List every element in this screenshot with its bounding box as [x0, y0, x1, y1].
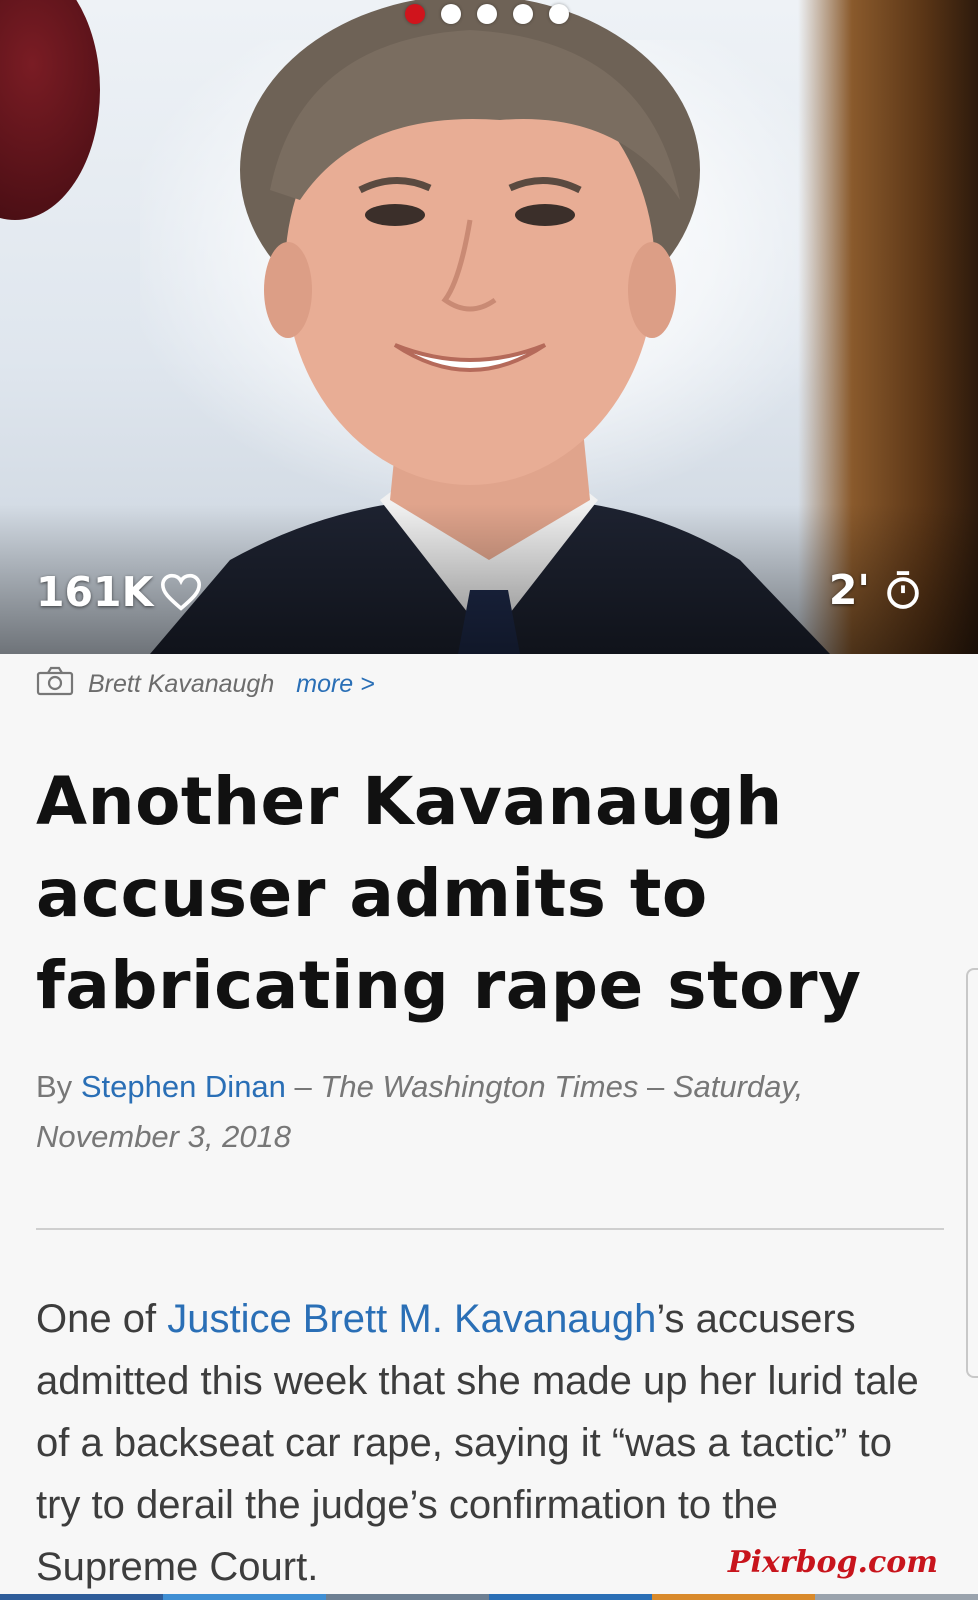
bottom-color-strip — [0, 1594, 978, 1600]
carousel-dot[interactable] — [549, 4, 569, 24]
body-intro: One of — [36, 1297, 157, 1341]
justice-kavanaugh-link[interactable]: Justice Brett M. Kavanaugh — [167, 1297, 656, 1341]
byline-separator: – — [294, 1069, 312, 1104]
read-time-value: 2' — [828, 566, 870, 614]
carousel-dot[interactable] — [513, 4, 533, 24]
article-page: 161K 2' Brett Kavanaugh more > Another K… — [0, 0, 978, 1600]
publication-name: The Washington Times — [320, 1069, 639, 1104]
strip-segment — [815, 1594, 978, 1600]
carousel-dots — [405, 4, 569, 24]
carousel-dot-active[interactable] — [405, 4, 425, 24]
read-time: 2' — [829, 566, 922, 614]
strip-segment — [652, 1594, 815, 1600]
scroll-handle[interactable] — [966, 968, 978, 1378]
article-headline: Another Kavanaugh accuser admits to fabr… — [36, 763, 862, 1024]
heart-outline-icon — [159, 572, 203, 612]
photo-caption: Brett Kavanaugh more > — [36, 666, 375, 703]
stopwatch-icon — [884, 570, 922, 610]
carousel-dot[interactable] — [477, 4, 497, 24]
caption-more-link[interactable]: more > — [296, 670, 375, 699]
watermark: Pixrbog.com — [727, 1545, 938, 1580]
like-button[interactable]: 161K — [36, 568, 203, 616]
divider — [36, 1228, 944, 1230]
strip-segment — [0, 1594, 163, 1600]
likes-count: 161K — [36, 568, 154, 616]
caption-text: Brett Kavanaugh — [88, 670, 275, 698]
author-link[interactable]: Stephen Dinan — [81, 1069, 286, 1104]
strip-segment — [163, 1594, 326, 1600]
byline-prefix: By — [36, 1069, 73, 1104]
strip-segment — [326, 1594, 489, 1600]
byline-separator: – — [646, 1069, 665, 1104]
carousel-dot[interactable] — [441, 4, 461, 24]
hero-image[interactable]: 161K 2' — [0, 0, 978, 654]
byline: By Stephen Dinan – The Washington Times … — [36, 1062, 916, 1162]
strip-segment — [489, 1594, 652, 1600]
camera-icon — [36, 666, 74, 703]
